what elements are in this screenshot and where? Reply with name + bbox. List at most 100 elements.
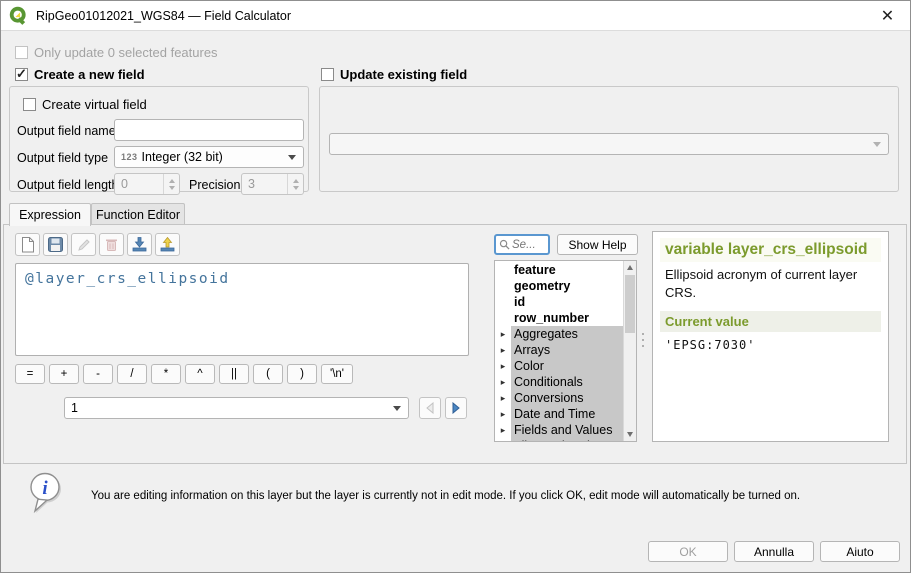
help-title: variable layer_crs_ellipsoid bbox=[660, 238, 881, 262]
operator-label: - bbox=[96, 368, 100, 380]
operator-label: || bbox=[231, 368, 237, 380]
output-field-name-input[interactable] bbox=[114, 119, 304, 141]
operator-divide-button[interactable]: / bbox=[117, 364, 147, 384]
help-button[interactable]: Aiuto bbox=[820, 541, 900, 562]
show-help-label: Show Help bbox=[568, 238, 626, 252]
operator-label: = bbox=[27, 368, 34, 380]
help-current-value-heading: Current value bbox=[660, 311, 881, 332]
update-existing-field-label: Update existing field bbox=[340, 67, 467, 82]
next-feature-button[interactable] bbox=[445, 397, 467, 419]
ok-button: OK bbox=[648, 541, 728, 562]
cancel-button-label: Annulla bbox=[754, 545, 794, 559]
scroll-up-icon[interactable] bbox=[624, 261, 636, 274]
scroll-down-icon[interactable] bbox=[624, 428, 636, 441]
help-description: Ellipsoid acronym of current layer CRS. bbox=[665, 266, 876, 301]
operator-equals-button[interactable]: = bbox=[15, 364, 45, 384]
operator-label: '\n' bbox=[330, 368, 344, 380]
list-group-item[interactable]: ▸Color bbox=[495, 358, 623, 374]
list-group-item[interactable]: ▸Arrays bbox=[495, 342, 623, 358]
operator-open-paren-button[interactable]: ( bbox=[253, 364, 283, 384]
function-list[interactable]: feature geometry id row_number ▸Aggregat… bbox=[494, 260, 637, 442]
operator-newline-button[interactable]: '\n' bbox=[321, 364, 353, 384]
output-field-type-dropdown[interactable]: 123 Integer (32 bit) bbox=[114, 146, 304, 168]
operator-plus-button[interactable]: + bbox=[49, 364, 79, 384]
expand-arrow-icon[interactable]: ▸ bbox=[495, 406, 511, 422]
operator-power-button[interactable]: ^ bbox=[185, 364, 215, 384]
list-group-item[interactable]: ▸Fields and Values bbox=[495, 422, 623, 438]
expand-arrow-icon[interactable]: ▸ bbox=[495, 326, 511, 342]
list-item[interactable]: geometry bbox=[495, 278, 623, 294]
splitter-handle[interactable] bbox=[641, 333, 645, 363]
feature-dropdown[interactable]: 1 bbox=[64, 397, 409, 419]
expand-arrow-icon[interactable]: ▸ bbox=[495, 374, 511, 390]
expression-editor[interactable]: @layer_crs_ellipsoid bbox=[15, 263, 469, 356]
only-update-checkbox-box bbox=[15, 46, 28, 59]
integer-type-icon: 123 bbox=[121, 152, 138, 162]
feature-value: 1 bbox=[71, 401, 78, 415]
create-new-field-checkbox-box[interactable] bbox=[15, 68, 28, 81]
expand-arrow-icon[interactable]: ▸ bbox=[495, 390, 511, 406]
operator-minus-button[interactable]: - bbox=[83, 364, 113, 384]
list-group-item[interactable]: ▸Files and Paths bbox=[495, 438, 623, 442]
list-group-item[interactable]: ▸Conversions bbox=[495, 390, 623, 406]
operator-label: ( bbox=[266, 368, 270, 380]
close-button[interactable]: ✕ bbox=[865, 1, 910, 30]
operator-multiply-button[interactable]: * bbox=[151, 364, 181, 384]
function-search-input[interactable] bbox=[512, 239, 542, 251]
create-new-field-checkbox[interactable]: Create a new field bbox=[15, 67, 145, 82]
show-help-button[interactable]: Show Help bbox=[557, 234, 638, 255]
create-virtual-field-checkbox-box[interactable] bbox=[23, 98, 36, 111]
create-new-field-label: Create a new field bbox=[34, 67, 145, 82]
import-arrow-icon bbox=[132, 237, 147, 252]
expand-arrow-icon[interactable]: ▸ bbox=[495, 422, 511, 438]
qgis-icon bbox=[9, 6, 28, 25]
new-expression-button[interactable] bbox=[15, 233, 40, 256]
chevron-down-icon bbox=[873, 142, 881, 147]
save-expression-button[interactable] bbox=[43, 233, 68, 256]
existing-field-dropdown bbox=[329, 133, 889, 155]
update-existing-field-checkbox-box[interactable] bbox=[321, 68, 334, 81]
pencil-icon bbox=[77, 238, 91, 252]
expand-arrow-icon[interactable]: ▸ bbox=[495, 438, 511, 442]
cancel-button[interactable]: Annulla bbox=[734, 541, 814, 562]
help-button-label: Aiuto bbox=[846, 545, 873, 559]
title-bar: RipGeo01012021_WGS84 — Field Calculator bbox=[1, 1, 910, 31]
next-arrow-icon bbox=[450, 402, 462, 414]
operator-concat-button[interactable]: || bbox=[219, 364, 249, 384]
operator-label: + bbox=[61, 368, 68, 380]
expand-arrow-icon[interactable]: ▸ bbox=[495, 358, 511, 374]
scrollbar-thumb[interactable] bbox=[625, 275, 635, 333]
previous-arrow-icon bbox=[424, 402, 436, 414]
expand-arrow-icon[interactable]: ▸ bbox=[495, 342, 511, 358]
list-group-item[interactable]: ▸Date and Time bbox=[495, 406, 623, 422]
tab-expression[interactable]: Expression bbox=[9, 203, 91, 226]
export-expression-button[interactable] bbox=[155, 233, 180, 256]
search-icon bbox=[499, 239, 510, 250]
save-icon bbox=[48, 237, 63, 252]
ok-button-label: OK bbox=[679, 545, 696, 559]
update-existing-field-checkbox[interactable]: Update existing field bbox=[321, 67, 467, 82]
list-item[interactable]: row_number bbox=[495, 310, 623, 326]
field-calculator-dialog: RipGeo01012021_WGS84 — Field Calculator … bbox=[0, 0, 911, 573]
svg-text:i: i bbox=[42, 478, 48, 499]
spinner-arrows-icon bbox=[163, 174, 179, 194]
list-item[interactable]: id bbox=[495, 294, 623, 310]
expression-text: @layer_crs_ellipsoid bbox=[25, 271, 230, 287]
list-group-item[interactable]: ▸Conditionals bbox=[495, 374, 623, 390]
chevron-down-icon bbox=[393, 406, 401, 411]
operator-close-paren-button[interactable]: ) bbox=[287, 364, 317, 384]
create-virtual-field-checkbox[interactable]: Create virtual field bbox=[23, 97, 147, 112]
list-item[interactable]: feature bbox=[495, 262, 623, 278]
import-expression-button[interactable] bbox=[127, 233, 152, 256]
function-search[interactable] bbox=[494, 234, 550, 255]
tab-function-editor[interactable]: Function Editor bbox=[91, 203, 185, 225]
function-list-scrollbar[interactable] bbox=[623, 261, 636, 441]
list-group-item[interactable]: ▸Aggregates bbox=[495, 326, 623, 342]
operator-label: ^ bbox=[197, 368, 202, 380]
output-field-name-label: Output field name bbox=[17, 124, 116, 138]
output-field-length-spinner: 0 bbox=[114, 173, 180, 195]
trash-icon bbox=[105, 238, 118, 252]
spinner-arrows-icon bbox=[287, 174, 303, 194]
delete-expression-button bbox=[99, 233, 124, 256]
operator-label: ) bbox=[300, 368, 304, 380]
